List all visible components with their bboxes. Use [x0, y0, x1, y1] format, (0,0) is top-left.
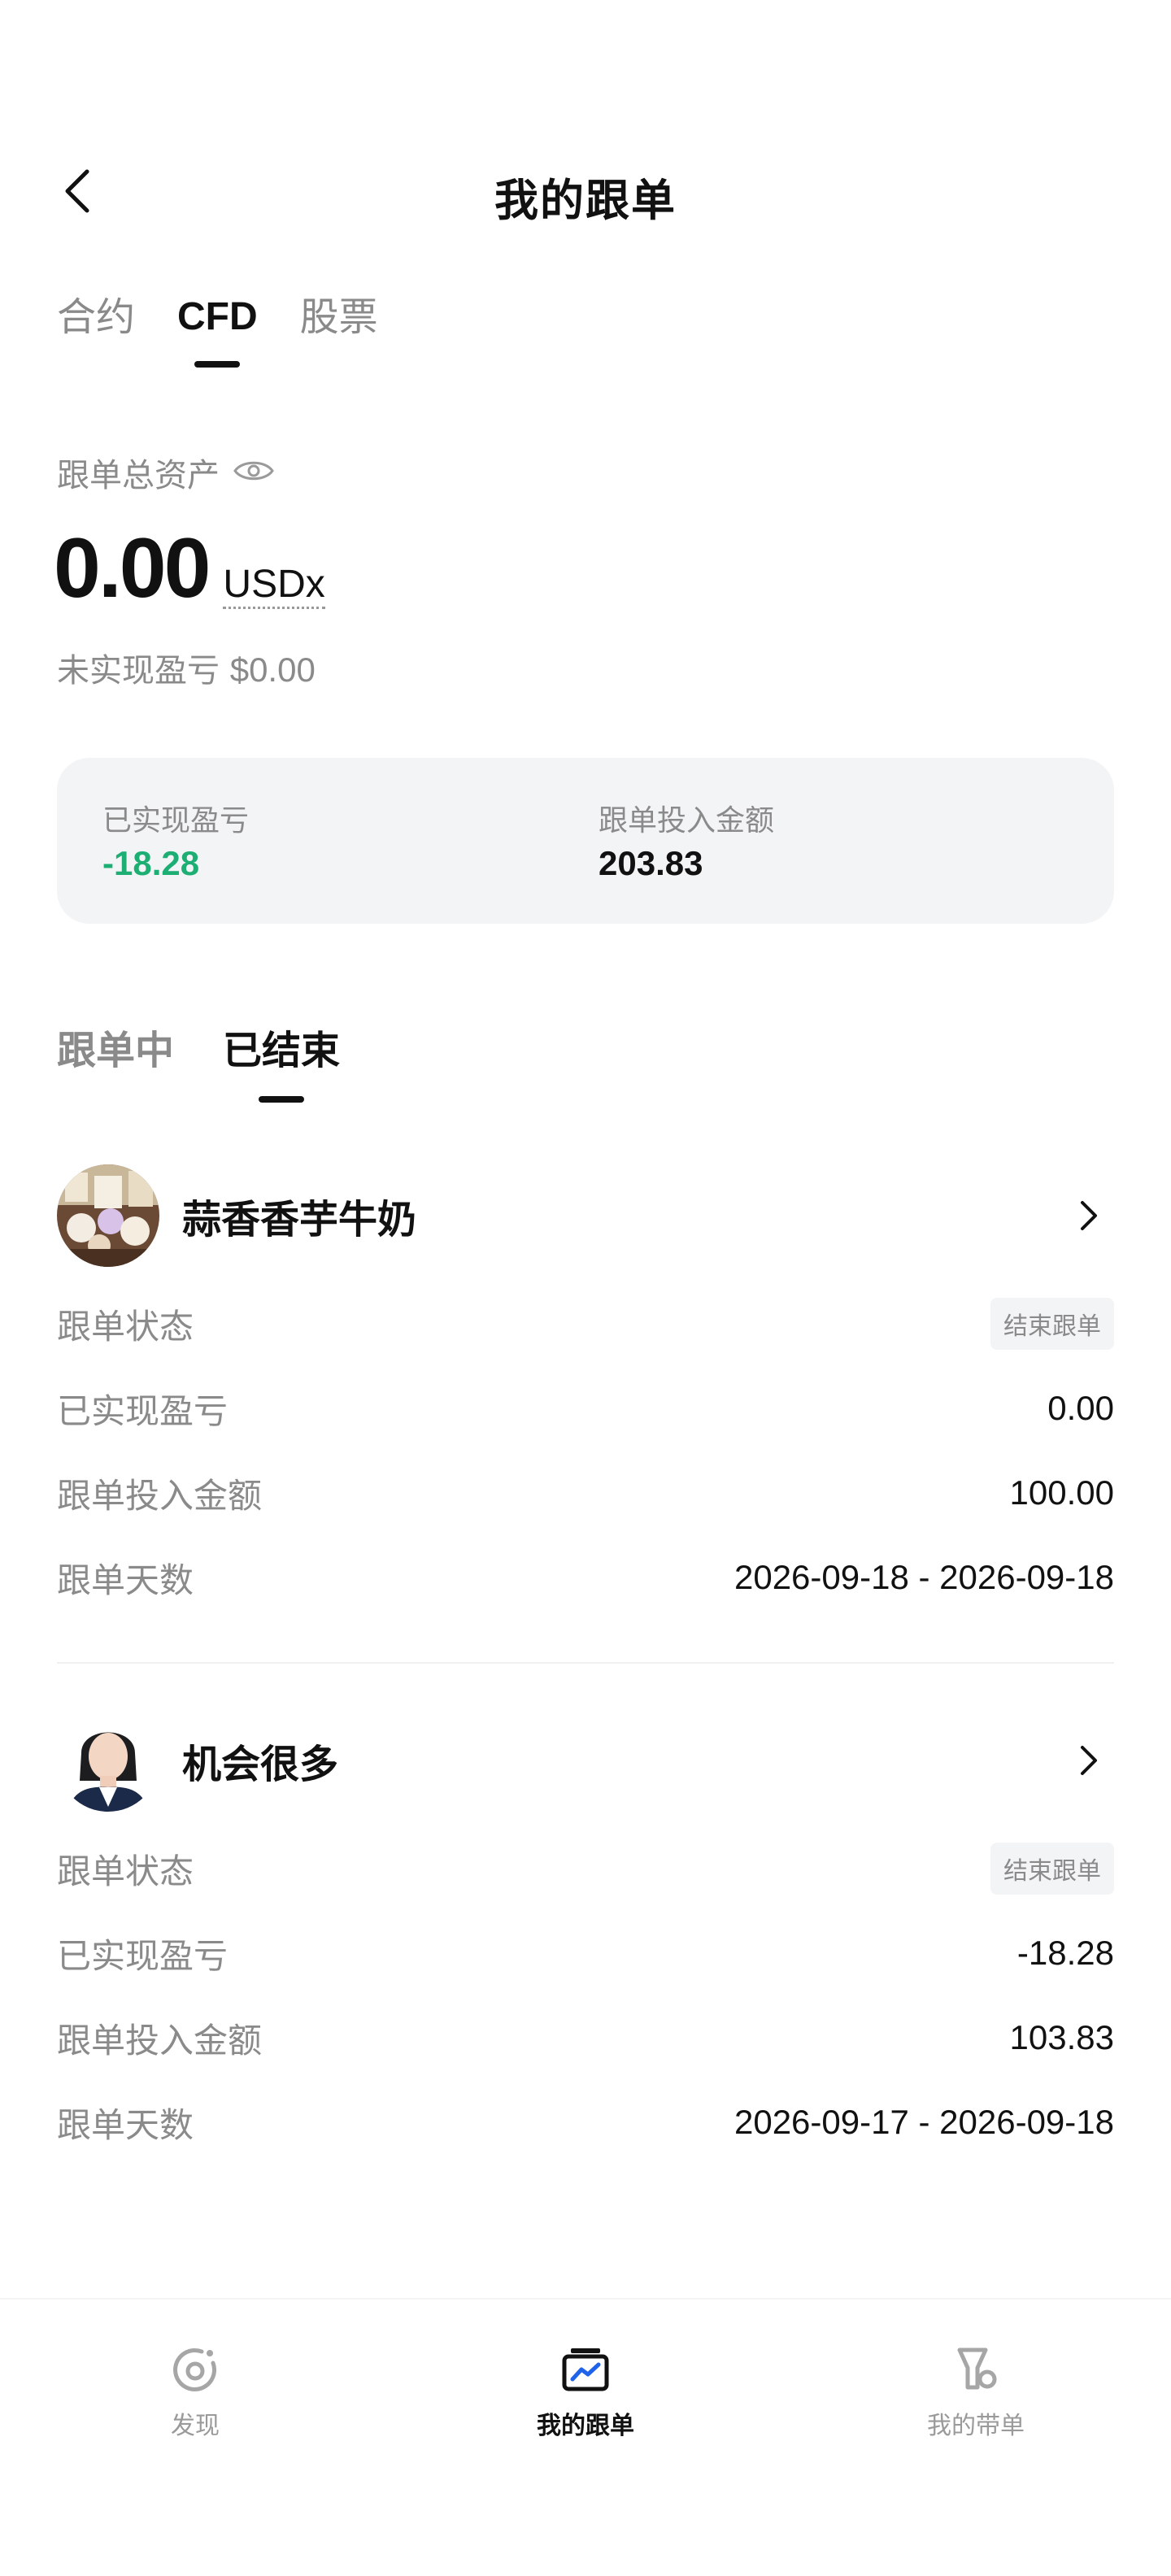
status-row: 跟单状态 结束跟单	[57, 1826, 1114, 1911]
realized-pnl-value: 0.00	[1047, 1389, 1114, 1427]
summary-card: 已实现盈亏 -18.28 跟单投入金额 203.83	[57, 758, 1114, 924]
eye-icon[interactable]	[233, 457, 275, 488]
lead-trade-icon	[947, 2340, 1005, 2399]
trader-header[interactable]: 机会很多	[57, 1708, 1114, 1813]
unrealized-pnl-label: 未实现盈亏	[57, 652, 220, 690]
realized-pnl-row: 已实现盈亏 -18.28	[57, 1911, 1114, 1995]
tab-ended[interactable]: 已结束	[223, 1018, 340, 1075]
realized-pnl-summary: 已实现盈亏 -18.28	[102, 797, 249, 883]
status-row: 跟单状态 结束跟单	[57, 1281, 1114, 1366]
realized-pnl-label: 已实现盈亏	[57, 1390, 229, 1431]
days-value: 2026-09-18 - 2026-09-18	[734, 1558, 1114, 1596]
tab-stocks[interactable]: 股票	[300, 285, 378, 350]
invested-label: 跟单投入金额	[57, 1475, 263, 1516]
days-row: 跟单天数 2026-09-17 - 2026-09-18	[57, 2080, 1114, 2165]
realized-pnl-row: 已实现盈亏 0.00	[57, 1366, 1114, 1451]
invested-value: 100.00	[1009, 1473, 1114, 1512]
trader-card: 蒜香香芋牛奶 跟单状态 结束跟单 已实现盈亏 0.00 跟单投入金额 100.0…	[57, 1163, 1114, 1620]
trader-name: 机会很多	[182, 1742, 339, 1787]
status-label: 跟单状态	[57, 1851, 194, 1891]
discover-icon	[166, 2340, 224, 2399]
market-tabs: 合约 CFD 股票	[57, 285, 378, 350]
realized-pnl-label: 已实现盈亏	[102, 804, 250, 838]
copy-trade-icon	[556, 2340, 615, 2399]
realized-pnl-label: 已实现盈亏	[57, 1935, 229, 1976]
invested-value: 203.83	[599, 844, 703, 882]
status-badge: 结束跟单	[990, 1298, 1114, 1350]
invested-row: 跟单投入金额 100.00	[57, 1451, 1114, 1535]
status-label: 跟单状态	[57, 1306, 194, 1347]
trader-name: 蒜香香芋牛奶	[182, 1197, 417, 1242]
status-tabs: 跟单中 已结束	[57, 1018, 340, 1075]
nav-my-copy-trades[interactable]: 我的跟单	[488, 2340, 683, 2441]
nav-discover[interactable]: 发现	[98, 2340, 293, 2441]
trader-card: 机会很多 跟单状态 结束跟单 已实现盈亏 -18.28 跟单投入金额 103.8…	[57, 1708, 1114, 2165]
nav-my-lead-trades-label: 我的带单	[927, 2412, 1025, 2440]
unrealized-pnl-value: $0.00	[229, 651, 316, 689]
days-value: 2026-09-17 - 2026-09-18	[734, 2103, 1114, 2141]
top-bar: 我的跟单	[0, 146, 1171, 236]
invested-row: 跟单投入金额 103.83	[57, 1995, 1114, 2080]
bottom-nav: 发现 我的跟单 我的带单	[0, 2298, 1171, 2576]
unrealized-pnl: 未实现盈亏 $0.00	[57, 644, 316, 691]
realized-pnl-value: -18.28	[1016, 1934, 1114, 1972]
divider	[57, 1662, 1114, 1664]
realized-pnl-value: -18.28	[102, 844, 200, 882]
page-title: 我的跟单	[494, 175, 677, 226]
days-label: 跟单天数	[57, 1560, 194, 1600]
currency-unit[interactable]: USDx	[223, 563, 325, 609]
total-assets-label-row: 跟单总资产	[57, 449, 275, 496]
status-badge: 结束跟单	[990, 1843, 1114, 1895]
tab-cfd[interactable]: CFD	[177, 285, 258, 350]
total-assets-row: 0.00 USDx	[54, 520, 325, 617]
tab-in-progress[interactable]: 跟单中	[57, 1018, 174, 1075]
nav-my-copy-trades-label: 我的跟单	[537, 2412, 634, 2440]
total-assets-label: 跟单总资产	[57, 457, 220, 494]
tab-futures[interactable]: 合约	[57, 285, 135, 350]
invested-summary: 跟单投入金额 203.83	[599, 797, 774, 883]
days-row: 跟单天数 2026-09-18 - 2026-09-18	[57, 1535, 1114, 1620]
nav-my-lead-trades[interactable]: 我的带单	[878, 2340, 1073, 2441]
invested-label: 跟单投入金额	[599, 804, 775, 838]
chevron-right-icon[interactable]	[1069, 1195, 1109, 1236]
nav-discover-label: 发现	[171, 2412, 220, 2440]
invested-label: 跟单投入金额	[57, 2020, 263, 2060]
avatar	[57, 1709, 159, 1812]
invested-value: 103.83	[1009, 2018, 1114, 2056]
total-assets-value: 0.00	[54, 521, 211, 616]
days-label: 跟单天数	[57, 2104, 194, 2145]
avatar	[57, 1164, 159, 1267]
trader-header[interactable]: 蒜香香芋牛奶	[57, 1163, 1114, 1268]
chevron-right-icon[interactable]	[1069, 1740, 1109, 1781]
